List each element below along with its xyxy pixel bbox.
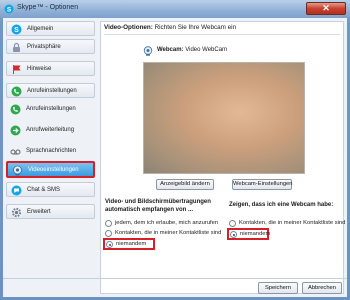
skype-icon: S	[11, 24, 22, 35]
sidebar-item-label: Chat & SMS	[27, 187, 61, 193]
close-button[interactable]: ✕	[306, 2, 346, 15]
sidebar-item-label: Allgemein	[27, 26, 54, 32]
change-picture-button[interactable]: Anzeigebild ändern	[156, 179, 214, 190]
radio-button[interactable]	[230, 231, 237, 238]
sidebar-item-erweitert[interactable]: Erweitert	[6, 204, 95, 219]
sidebar-item-label: Erweitert	[27, 209, 51, 215]
window-title: Skype™ - Optionen	[17, 4, 79, 11]
sidebar-item-label: Privatsphäre	[27, 44, 61, 50]
window-frame: S Skype™ - Optionen ✕ S Allgemein Privat…	[0, 0, 350, 300]
sidebar-subitem-anrufweiterleitung[interactable]: Anrufweiterleitung	[6, 120, 95, 140]
sidebar-item-label: Anrufeinstellungen	[27, 88, 77, 94]
sidebar-item-label: Anrufeinstellungen	[26, 106, 76, 112]
skype-icon: S	[4, 4, 14, 14]
sidebar-item-anrufeinstellungen[interactable]: Anrufeinstellungen	[6, 83, 95, 98]
sidebar-item-chat-sms[interactable]: Chat & SMS	[6, 182, 95, 197]
option-label: jedem, dem ich erlaube, mich anzurufen	[115, 220, 219, 226]
svg-text:S: S	[7, 6, 12, 13]
save-button[interactable]: Speichern	[258, 282, 298, 294]
show-webcam-section-title: Zeigen, dass ich eine Webcam habe:	[229, 202, 334, 208]
forward-icon	[10, 125, 21, 136]
option-label: niemandem	[116, 241, 147, 247]
option-label: Kontakten, die in meiner Kontaktliste si…	[115, 230, 222, 236]
option-label: Kontakten, die in meiner Kontaktliste si…	[239, 220, 346, 226]
divider	[104, 34, 340, 35]
svg-text:S: S	[14, 27, 19, 34]
webcam-icon	[143, 46, 153, 56]
webcam-preview	[143, 62, 305, 174]
page-title: Video-Optionen: Richten Sie Ihre Webcam …	[104, 24, 237, 31]
show-option-nobody[interactable]: niemandem	[227, 228, 271, 240]
sidebar-subitem-sprachnachrichten[interactable]: Sprachnachrichten	[6, 141, 95, 161]
radio-button[interactable]	[105, 220, 112, 227]
title-bar: S Skype™ - Optionen ✕	[0, 0, 350, 18]
sidebar-item-allgemein[interactable]: S Allgemein	[6, 21, 95, 36]
radio-button[interactable]	[105, 230, 112, 237]
sidebar-subitem-anrufeinstellungen[interactable]: Anrufeinstellungen	[6, 99, 95, 119]
chat-icon	[11, 185, 22, 196]
receive-section-title: Video- und Bildschirmübertragungen autom…	[105, 199, 211, 213]
gear-icon	[11, 207, 22, 218]
sidebar-item-videoeinstellungen[interactable]: Videoeinstellungen	[6, 161, 95, 178]
sidebar-item-label: Videoeinstellungen	[28, 167, 79, 173]
cancel-button[interactable]: Abbrechen	[302, 282, 342, 294]
sidebar-item-label: Sprachnachrichten	[26, 148, 77, 154]
lock-icon	[13, 42, 20, 52]
flag-icon	[13, 65, 21, 74]
video-options-panel: Video-Optionen: Richten Sie Ihre Webcam …	[100, 21, 346, 294]
sidebar-item-label: Hinweise	[27, 66, 52, 72]
sidebar-item-privatsphaere[interactable]: Privatsphäre	[6, 39, 95, 54]
footer-divider	[3, 278, 347, 279]
phone-icon	[11, 86, 22, 97]
radio-button[interactable]	[229, 220, 236, 227]
receive-option-nobody[interactable]: niemandem	[103, 238, 155, 250]
webcam-icon	[13, 165, 22, 176]
sidebar-item-label: Anrufweiterleitung	[26, 127, 75, 133]
radio-button[interactable]	[106, 241, 113, 248]
sidebar: S Allgemein Privatsphäre Hinweise Anrufe…	[6, 21, 96, 291]
phone-icon	[10, 104, 21, 115]
sidebar-item-hinweise[interactable]: Hinweise	[6, 61, 95, 76]
voicemail-icon	[10, 149, 21, 155]
option-label: niemandem	[240, 231, 271, 237]
webcam-name: Webcam: Video WebCam	[157, 47, 228, 53]
webcam-settings-button[interactable]: Webcam-Einstellungen	[232, 179, 293, 190]
options-client-area: S Allgemein Privatsphäre Hinweise Anrufe…	[3, 18, 347, 297]
